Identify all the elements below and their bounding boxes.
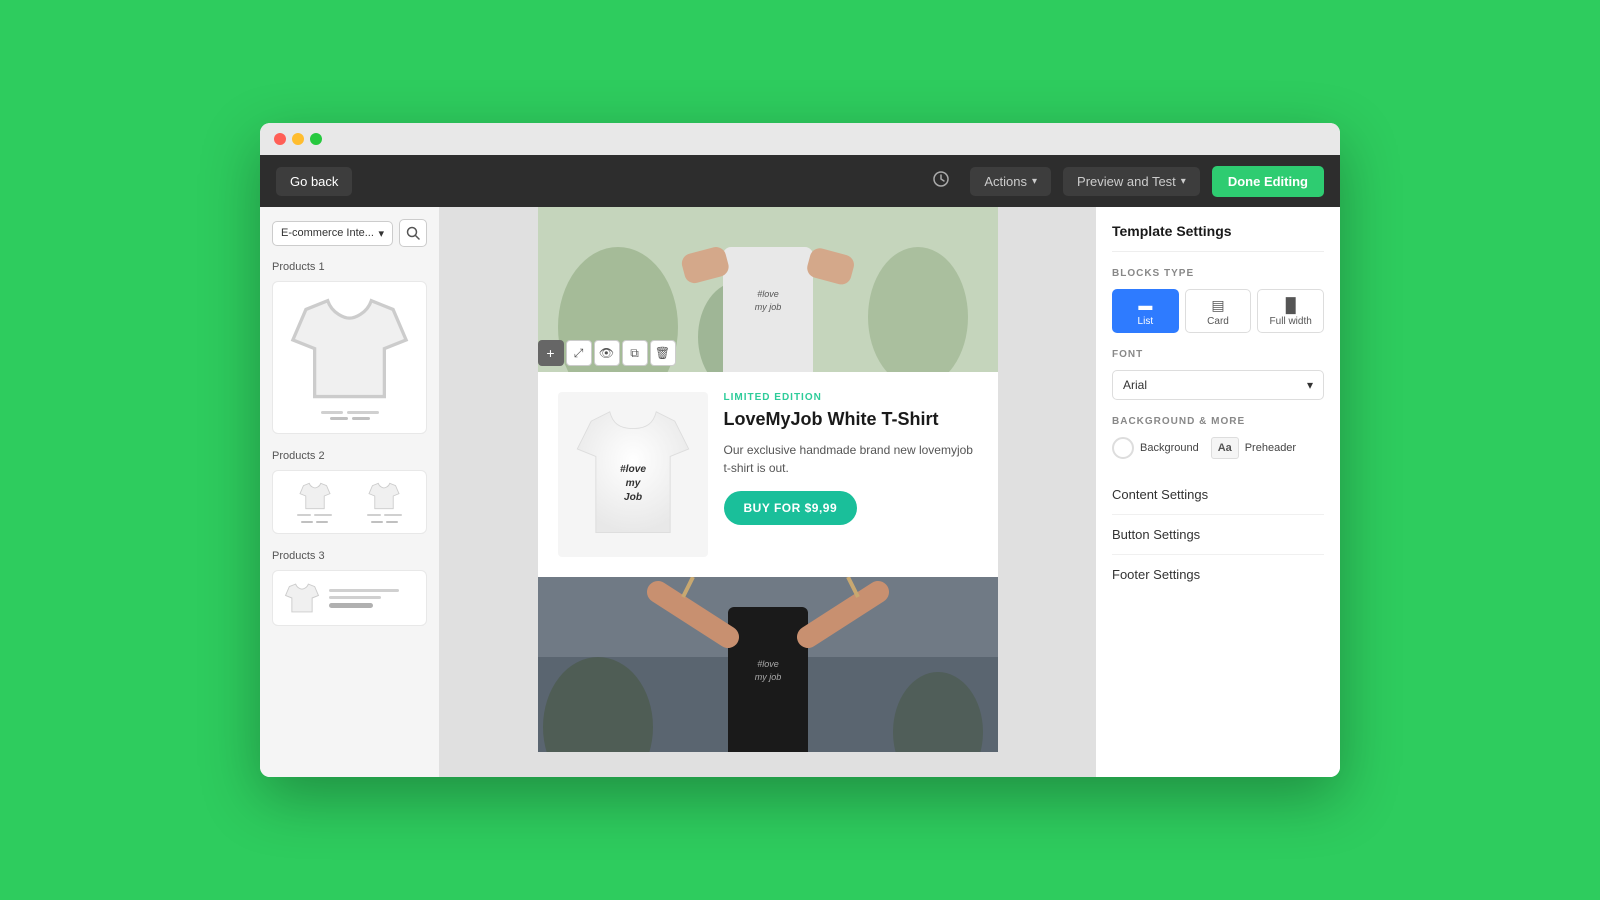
font-dropdown[interactable]: Arial ▾ bbox=[1112, 370, 1324, 400]
panel-title: Template Settings bbox=[1112, 223, 1324, 252]
fullwidth-label: Full width bbox=[1270, 316, 1312, 327]
product-tshirt-image: #love my Job bbox=[568, 402, 698, 547]
actions-button[interactable]: Actions ▾ bbox=[970, 167, 1051, 196]
email-bottom-image: #love my job bbox=[538, 577, 998, 752]
canvas-area: #love my job + ⤢ 👁 ⧉ 🗑 bbox=[440, 207, 1095, 777]
svg-text:#love: #love bbox=[619, 464, 645, 475]
buy-button[interactable]: BUY FOR $9,99 bbox=[724, 491, 858, 525]
delete-block-button[interactable]: 🗑 bbox=[650, 340, 676, 366]
products-3-section: Products 3 bbox=[272, 550, 427, 626]
tshirt-1-icon bbox=[283, 292, 416, 405]
product-2-item-1 bbox=[283, 481, 347, 523]
svg-text:my job: my job bbox=[754, 302, 781, 312]
preheader-label: Preheader bbox=[1245, 442, 1296, 454]
background-label: Background bbox=[1140, 442, 1199, 454]
tshirt-2a-icon bbox=[297, 481, 333, 511]
background-circle-icon bbox=[1112, 437, 1134, 459]
svg-text:my: my bbox=[625, 478, 641, 489]
blocks-type-label: BLOCKS TYPE bbox=[1112, 268, 1324, 279]
preheader-item[interactable]: Aa Preheader bbox=[1211, 437, 1296, 459]
preview-chevron-icon: ▾ bbox=[1181, 176, 1186, 187]
blocks-type-row: ▬ List ▤ Card █ Full width bbox=[1112, 289, 1324, 333]
actions-label: Actions bbox=[984, 174, 1027, 189]
bg-row: Background Aa Preheader bbox=[1112, 437, 1324, 459]
background-item[interactable]: Background bbox=[1112, 437, 1199, 459]
search-button[interactable] bbox=[399, 219, 427, 247]
font-label: FONT bbox=[1112, 349, 1324, 360]
browser-window: Go back Actions ▾ Preview and Test ▾ Don… bbox=[260, 123, 1340, 777]
right-panel: Template Settings BLOCKS TYPE ▬ List ▤ C… bbox=[1095, 207, 1340, 777]
main-layout: E-commerce Inte... ▾ Products 1 bbox=[260, 207, 1340, 777]
block-type-list-button[interactable]: ▬ List bbox=[1112, 289, 1179, 333]
toolbar: Go back Actions ▾ Preview and Test ▾ Don… bbox=[260, 155, 1340, 207]
template-dropdown[interactable]: E-commerce Inte... ▾ bbox=[272, 221, 393, 246]
resize-block-button[interactable]: ⤢ bbox=[566, 340, 592, 366]
history-button[interactable] bbox=[924, 164, 958, 199]
product-block: + ⤢ 👁 ⧉ 🗑 bbox=[538, 372, 998, 577]
block-type-fullwidth-button[interactable]: █ Full width bbox=[1257, 289, 1324, 333]
svg-text:#love: #love bbox=[757, 289, 779, 299]
svg-text:#love: #love bbox=[757, 659, 779, 669]
products-1-label: Products 1 bbox=[272, 261, 427, 273]
dropdown-value: E-commerce Inte... bbox=[281, 227, 374, 239]
block-controls: + ⤢ 👁 ⧉ 🗑 bbox=[538, 340, 676, 366]
font-chevron-icon: ▾ bbox=[1307, 378, 1313, 392]
product-description: Our exclusive handmade brand new lovemyj… bbox=[724, 441, 978, 477]
footer-settings-label: Footer Settings bbox=[1112, 567, 1200, 582]
minimize-dot bbox=[292, 133, 304, 145]
list-label: List bbox=[1138, 316, 1154, 327]
block-type-card-button[interactable]: ▤ Card bbox=[1185, 289, 1252, 333]
fullscreen-dot bbox=[310, 133, 322, 145]
search-icon bbox=[406, 226, 420, 240]
preview-label: Preview and Test bbox=[1077, 174, 1176, 189]
products-2-card[interactable] bbox=[272, 470, 427, 534]
product-2-item-2 bbox=[353, 481, 417, 523]
preheader-aa-icon: Aa bbox=[1211, 437, 1239, 459]
font-section: FONT Arial ▾ bbox=[1112, 349, 1324, 400]
footer-settings-item[interactable]: Footer Settings bbox=[1112, 555, 1324, 594]
copy-block-button[interactable]: ⧉ bbox=[622, 340, 648, 366]
products-3-label: Products 3 bbox=[272, 550, 427, 562]
tshirt-2b-icon bbox=[366, 481, 402, 511]
products-1-section: Products 1 bbox=[272, 261, 427, 434]
products-2-label: Products 2 bbox=[272, 450, 427, 462]
product-info: LIMITED EDITION LoveMyJob White T-Shirt … bbox=[724, 392, 978, 525]
bg-label: BACKGROUND & MORE bbox=[1112, 416, 1324, 427]
content-settings-label: Content Settings bbox=[1112, 487, 1208, 502]
font-value: Arial bbox=[1123, 378, 1147, 392]
dropdown-chevron-icon: ▾ bbox=[378, 227, 384, 240]
sidebar-header: E-commerce Inte... ▾ bbox=[272, 219, 427, 247]
preview-button[interactable]: Preview and Test ▾ bbox=[1063, 167, 1200, 196]
card-label: Card bbox=[1207, 316, 1229, 327]
product-image-area: #love my Job bbox=[558, 392, 708, 557]
close-dot bbox=[274, 133, 286, 145]
eye-block-button[interactable]: 👁 bbox=[594, 340, 620, 366]
settings-list: Content Settings Button Settings Footer … bbox=[1112, 475, 1324, 594]
fullwidth-icon: █ bbox=[1286, 298, 1296, 312]
go-back-button[interactable]: Go back bbox=[276, 167, 352, 196]
products-3-card[interactable] bbox=[272, 570, 427, 626]
button-settings-item[interactable]: Button Settings bbox=[1112, 515, 1324, 555]
product-content: #love my Job LIMITED EDITION LoveMyJob W… bbox=[538, 372, 998, 577]
bottom-person-illustration: #love my job bbox=[538, 577, 998, 752]
product-title: LoveMyJob White T-Shirt bbox=[724, 409, 978, 431]
svg-text:Job: Job bbox=[623, 492, 641, 503]
tshirt-3-icon bbox=[283, 581, 321, 615]
canvas-scroll: #love my job + ⤢ 👁 ⧉ 🗑 bbox=[440, 207, 1095, 777]
list-icon: ▬ bbox=[1138, 298, 1152, 312]
svg-text:my job: my job bbox=[754, 672, 781, 682]
products-1-card[interactable] bbox=[272, 281, 427, 434]
button-settings-label: Button Settings bbox=[1112, 527, 1200, 542]
card-icon: ▤ bbox=[1211, 298, 1224, 312]
background-section: BACKGROUND & MORE Background Aa Preheade… bbox=[1112, 416, 1324, 459]
history-icon bbox=[932, 170, 950, 188]
products-2-section: Products 2 bbox=[272, 450, 427, 534]
actions-chevron-icon: ▾ bbox=[1032, 176, 1037, 187]
left-sidebar: E-commerce Inte... ▾ Products 1 bbox=[260, 207, 440, 777]
done-editing-button[interactable]: Done Editing bbox=[1212, 166, 1324, 197]
content-settings-item[interactable]: Content Settings bbox=[1112, 475, 1324, 515]
add-block-button[interactable]: + bbox=[538, 340, 564, 366]
browser-chrome bbox=[260, 123, 1340, 155]
limited-badge: LIMITED EDITION bbox=[724, 392, 978, 403]
